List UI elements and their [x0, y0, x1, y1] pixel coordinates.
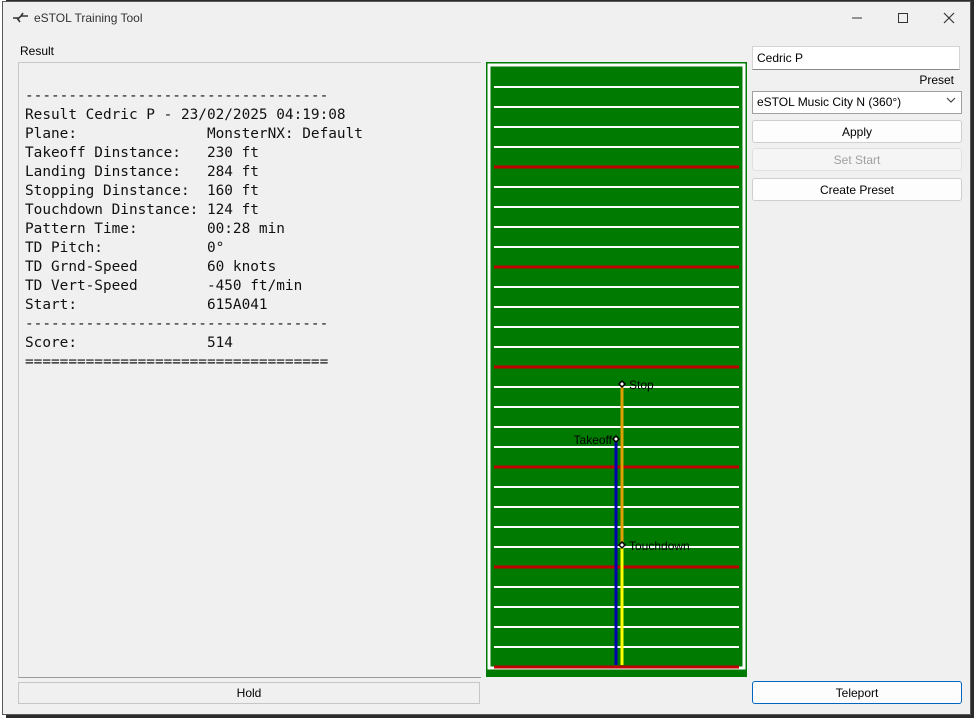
- close-icon: [943, 12, 955, 24]
- close-button[interactable]: [926, 2, 972, 34]
- takeoff-label: Takeoff: [574, 433, 613, 447]
- maximize-button[interactable]: [880, 2, 926, 34]
- apply-button[interactable]: Apply: [752, 120, 962, 143]
- stop-label: Stop: [629, 378, 654, 392]
- minimize-icon: [852, 17, 862, 19]
- hold-button[interactable]: Hold: [18, 682, 480, 704]
- result-text: ----------------------------------- Resu…: [25, 88, 363, 370]
- maximize-icon: [898, 13, 908, 23]
- teleport-button[interactable]: Teleport: [752, 681, 962, 704]
- pilot-name-input[interactable]: [752, 46, 960, 70]
- chevron-down-icon: [945, 94, 957, 109]
- title-bar: eSTOL Training Tool: [3, 2, 970, 34]
- minimize-button[interactable]: [834, 2, 880, 34]
- app-icon: [13, 12, 28, 23]
- stol-field-view: Stop Takeoff Touchdown: [486, 62, 747, 677]
- touchdown-label: Touchdown: [629, 539, 690, 553]
- set-start-button[interactable]: Set Start: [752, 148, 962, 171]
- preset-label: Preset: [919, 73, 954, 87]
- create-preset-button[interactable]: Create Preset: [752, 178, 962, 201]
- result-label: Result: [20, 44, 55, 58]
- app-window: eSTOL Training Tool Result -------------…: [2, 1, 971, 715]
- window-title: eSTOL Training Tool: [34, 11, 143, 25]
- result-textbox[interactable]: ----------------------------------- Resu…: [18, 62, 481, 678]
- stol-field-canvas: Stop Takeoff Touchdown: [486, 62, 747, 677]
- preset-select-value: eSTOL Music City N (360°): [757, 95, 902, 109]
- preset-select[interactable]: eSTOL Music City N (360°): [752, 91, 962, 114]
